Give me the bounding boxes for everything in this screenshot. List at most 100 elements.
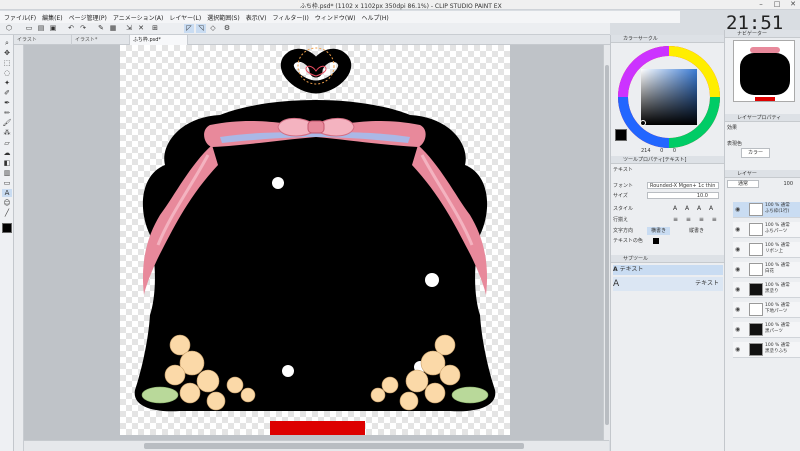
text-tool-icon[interactable]: A — [2, 189, 12, 197]
main-color-swatch[interactable] — [2, 223, 12, 233]
eyedropper-icon[interactable]: ✐ — [2, 89, 12, 97]
menu-help[interactable]: ヘルプ(H) — [361, 13, 388, 22]
text-color-swatch[interactable] — [653, 238, 659, 244]
blend-tool-icon[interactable]: ☁ — [2, 149, 12, 157]
style-row: スタイル A A A A — [613, 205, 723, 213]
layer-label: 100 % 通常 黒塗りふち — [765, 343, 790, 354]
transform-icon[interactable]: ⇲ — [124, 24, 134, 33]
snap-icon[interactable]: ⊞ — [150, 24, 160, 33]
new-file-icon[interactable]: ▭ — [24, 24, 34, 33]
eye-icon[interactable]: ◉ — [735, 346, 740, 353]
eye-icon[interactable]: ◉ — [735, 266, 740, 273]
menu-filter[interactable]: フィルター(I) — [273, 13, 309, 22]
subtool-item-text[interactable]: A テキスト — [613, 265, 723, 275]
navigator-preview[interactable] — [733, 40, 795, 102]
minimize-icon[interactable]: – — [756, 0, 766, 9]
blend-mode-select[interactable]: 通常 — [727, 180, 760, 188]
current-color-swatch[interactable] — [615, 129, 627, 141]
expression-color-select[interactable]: カラー — [741, 148, 771, 158]
tab-illust-2[interactable]: イラスト* — [72, 35, 130, 45]
eye-icon[interactable]: ◉ — [735, 326, 740, 333]
align-buttons[interactable]: ≡ ≡ ≡ ≡ — [673, 216, 720, 224]
color-and-property-panels: カラーサークル 214 0 0 ツールプロパティ[テキスト] テキスト フォント… — [610, 35, 725, 451]
layer-label: 100 % 通常 白花 — [765, 263, 790, 274]
snap-grid-icon[interactable]: ◹ — [196, 24, 206, 33]
menu-view[interactable]: 表示(V) — [246, 13, 267, 22]
menu-animation[interactable]: アニメーション(A) — [113, 13, 164, 22]
maximize-icon[interactable]: □ — [772, 0, 782, 9]
subtool-header[interactable]: サブツール — [611, 255, 725, 263]
eye-icon[interactable]: ◉ — [735, 306, 740, 313]
app-logo-icon[interactable]: ⬡ — [4, 24, 14, 33]
layer-opacity-value[interactable]: 100 — [783, 180, 793, 188]
horizontal-scroll-thumb[interactable] — [144, 443, 524, 449]
snap-perspective-icon[interactable]: ◇ — [208, 24, 218, 33]
menu-file[interactable]: ファイル(F) — [4, 13, 36, 22]
wand-tool-icon[interactable]: ✦ — [2, 79, 12, 87]
navigator-header[interactable]: ナビゲーター — [725, 30, 800, 38]
direction-vertical-button[interactable]: 縦書き — [685, 227, 708, 235]
tab-fuchiwaku[interactable]: ふち枠.psd* — [130, 35, 188, 45]
vertical-scroll-thumb[interactable] — [605, 65, 609, 425]
eye-icon[interactable]: ◉ — [735, 246, 740, 253]
layer-row[interactable]: ◉ 100 % 通常 リボン上 — [733, 242, 800, 258]
open-file-icon[interactable]: ▤ — [36, 24, 46, 33]
save-icon[interactable]: ▣ — [48, 24, 58, 33]
color-wheel[interactable] — [617, 45, 721, 149]
menu-page[interactable]: ページ管理(P) — [69, 13, 107, 22]
fill-icon[interactable]: ▦ — [108, 24, 118, 33]
vertical-scrollbar[interactable] — [603, 45, 610, 440]
eye-icon[interactable]: ◉ — [735, 286, 740, 293]
menu-edit[interactable]: 編集(E) — [42, 13, 62, 22]
brush-tool-icon[interactable]: 🖌 — [2, 119, 12, 127]
font-row: フォント Rounded-X Mgen+ 1c thin — [613, 182, 723, 190]
balloon-tool-icon[interactable]: ☺ — [2, 199, 12, 207]
canvas-area[interactable] — [24, 45, 609, 440]
lasso-tool-icon[interactable]: ◌ — [2, 69, 12, 77]
layer-panel-header[interactable]: レイヤー — [725, 170, 800, 178]
ruler-tool-icon[interactable]: ╱ — [2, 209, 12, 217]
layer-row[interactable]: ◉ 100 % 通常 ふち枠(1行) — [733, 202, 800, 218]
font-select[interactable]: Rounded-X Mgen+ 1c thin — [647, 182, 719, 189]
redo-icon[interactable]: ↷ — [78, 24, 88, 33]
clear-icon[interactable]: ✎ — [96, 24, 106, 33]
layer-row[interactable]: ◉ 100 % 通常 白花 — [733, 262, 800, 278]
zoom-tool-icon[interactable]: ⌕ — [2, 39, 12, 47]
style-label: スタイル — [613, 206, 634, 212]
pencil-tool-icon[interactable]: ✏ — [2, 109, 12, 117]
menu-layer[interactable]: レイヤー(L) — [169, 13, 201, 22]
eye-icon[interactable]: ◉ — [735, 206, 740, 213]
horizontal-scrollbar[interactable] — [24, 440, 609, 451]
layer-label: 100 % 通常 黒塗り — [765, 283, 790, 294]
pen-tool-icon[interactable]: ✒ — [2, 99, 12, 107]
close-icon[interactable]: ✕ — [788, 0, 798, 9]
move-tool-icon[interactable]: ✥ — [2, 49, 12, 57]
layer-row[interactable]: ◉ 100 % 通常 下地パーツ — [733, 302, 800, 318]
layer-property-header[interactable]: レイヤープロパティ — [725, 114, 800, 122]
tab-illust-1[interactable]: イラスト — [14, 35, 72, 45]
settings-icon[interactable]: ⚙ — [222, 24, 232, 33]
layer-row[interactable]: ◉ 100 % 通常 ふちパーツ — [733, 222, 800, 238]
figure-tool-icon[interactable]: ▭ — [2, 179, 12, 187]
artwork-frame[interactable] — [120, 45, 510, 435]
color-circle-header[interactable]: カラーサークル — [611, 35, 725, 43]
undo-icon[interactable]: ↶ — [66, 24, 76, 33]
layer-row[interactable]: ◉ 100 % 通常 黒パーツ — [733, 322, 800, 338]
airbrush-tool-icon[interactable]: ⁂ — [2, 129, 12, 137]
layer-row[interactable]: ◉ 100 % 通常 黒塗り — [733, 282, 800, 298]
direction-horizontal-button[interactable]: 横書き — [647, 227, 671, 235]
style-buttons[interactable]: A A A A — [673, 205, 716, 213]
snap-ruler-icon[interactable]: ◸ — [184, 24, 194, 33]
deselect-icon[interactable]: ✕ — [136, 24, 146, 33]
layer-row[interactable]: ◉ 100 % 通常 黒塗りふち — [733, 342, 800, 358]
menu-selection[interactable]: 選択範囲(S) — [207, 13, 240, 22]
gradient-tool-icon[interactable]: ▥ — [2, 169, 12, 177]
eye-icon[interactable]: ◉ — [735, 226, 740, 233]
eraser-tool-icon[interactable]: ▱ — [2, 139, 12, 147]
select-tool-icon[interactable]: ⬚ — [2, 59, 12, 67]
menu-window[interactable]: ウィンドウ(W) — [315, 13, 356, 22]
subtool-item-text-2[interactable]: A テキスト — [613, 277, 723, 291]
fill-tool-icon[interactable]: ◧ — [2, 159, 12, 167]
size-input[interactable]: 10.0 — [647, 192, 719, 199]
tool-property-header[interactable]: ツールプロパティ[テキスト] — [611, 156, 725, 164]
